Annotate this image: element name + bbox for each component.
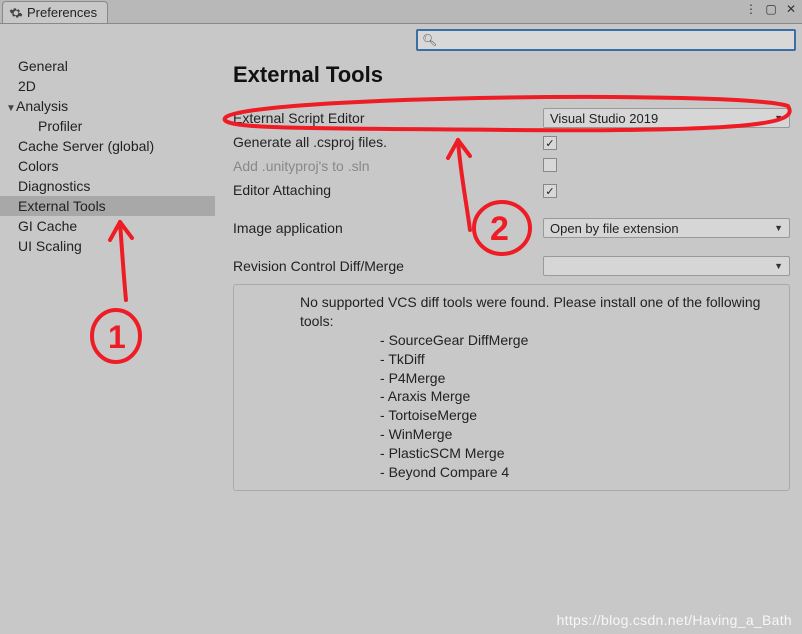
- generate-csproj-checkbox[interactable]: ✓: [543, 136, 557, 150]
- sidebar-item-ui-scaling[interactable]: UI Scaling: [0, 236, 215, 256]
- external-script-editor-dropdown[interactable]: Visual Studio 2019 ▼: [543, 108, 790, 128]
- sidebar-item-label: Cache Server (global): [18, 138, 154, 154]
- window-controls: ⋮ ▢ ✕: [744, 2, 798, 16]
- chevron-down-icon: ▼: [774, 261, 783, 271]
- row-add-unityproj: Add .unityproj's to .sln: [233, 154, 790, 178]
- main-panel: External Tools External Script Editor Vi…: [215, 52, 802, 634]
- sidebar-item-label: Diagnostics: [18, 178, 90, 194]
- list-item: Araxis Merge: [380, 387, 775, 406]
- tab-bar: Preferences ⋮ ▢ ✕: [0, 0, 802, 24]
- image-application-label: Image application: [233, 220, 543, 236]
- gear-icon: [9, 6, 23, 20]
- chevron-down-icon: ▼: [6, 99, 16, 119]
- sidebar-item-analysis[interactable]: ▼Analysis: [0, 96, 215, 116]
- add-unityproj-checkbox: [543, 158, 557, 172]
- vcs-tools-list: SourceGear DiffMerge TkDiff P4Merge Arax…: [248, 331, 775, 482]
- row-generate-csproj: Generate all .csproj files. ✓: [233, 130, 790, 154]
- list-item: PlasticSCM Merge: [380, 444, 775, 463]
- sidebar-item-label: Colors: [18, 158, 58, 174]
- list-item: SourceGear DiffMerge: [380, 331, 775, 350]
- dropdown-value: Open by file extension: [550, 221, 679, 236]
- sidebar-item-external-tools[interactable]: External Tools: [0, 196, 215, 216]
- tab-label: Preferences: [27, 5, 97, 20]
- sidebar-item-label: General: [18, 58, 68, 74]
- revision-control-dropdown[interactable]: ▼: [543, 256, 790, 276]
- vcs-info-box: No supported VCS diff tools were found. …: [233, 284, 790, 491]
- generate-csproj-label: Generate all .csproj files.: [233, 134, 543, 150]
- maximize-icon[interactable]: ▢: [764, 2, 778, 16]
- context-menu-icon[interactable]: ⋮: [744, 2, 758, 16]
- sidebar-item-gi-cache[interactable]: GI Cache: [0, 216, 215, 236]
- list-item: Beyond Compare 4: [380, 463, 775, 482]
- editor-attaching-checkbox[interactable]: ✓: [543, 184, 557, 198]
- page-title: External Tools: [233, 62, 790, 88]
- row-image-application: Image application Open by file extension…: [233, 216, 790, 240]
- sidebar-item-profiler[interactable]: Profiler: [0, 116, 215, 136]
- sidebar-item-general[interactable]: General: [0, 56, 215, 76]
- sidebar: General 2D ▼Analysis Profiler Cache Serv…: [0, 52, 215, 634]
- search-input[interactable]: [441, 33, 790, 47]
- vcs-info-message: No supported VCS diff tools were found. …: [248, 293, 775, 331]
- image-application-dropdown[interactable]: Open by file extension ▼: [543, 218, 790, 238]
- list-item: P4Merge: [380, 369, 775, 388]
- sidebar-item-diagnostics[interactable]: Diagnostics: [0, 176, 215, 196]
- search-row: 🔍︎: [0, 24, 802, 52]
- row-external-script-editor: External Script Editor Visual Studio 201…: [233, 106, 790, 130]
- sidebar-item-label: GI Cache: [18, 218, 77, 234]
- sidebar-item-label: 2D: [18, 78, 36, 94]
- tab-preferences[interactable]: Preferences: [2, 1, 108, 23]
- dropdown-value: Visual Studio 2019: [550, 111, 658, 126]
- sidebar-item-label: UI Scaling: [18, 238, 82, 254]
- chevron-down-icon: ▼: [774, 223, 783, 233]
- list-item: WinMerge: [380, 425, 775, 444]
- editor-attaching-label: Editor Attaching: [233, 182, 543, 198]
- sidebar-item-cache-server[interactable]: Cache Server (global): [0, 136, 215, 156]
- close-icon[interactable]: ✕: [784, 2, 798, 16]
- sidebar-item-label: Profiler: [38, 118, 82, 134]
- revision-control-label: Revision Control Diff/Merge: [233, 258, 543, 274]
- sidebar-item-label: Analysis: [16, 98, 68, 114]
- list-item: TkDiff: [380, 350, 775, 369]
- list-item: TortoiseMerge: [380, 406, 775, 425]
- sidebar-item-label: External Tools: [18, 198, 106, 214]
- search-icon: 🔍︎: [422, 33, 437, 47]
- add-unityproj-label: Add .unityproj's to .sln: [233, 158, 543, 174]
- sidebar-item-colors[interactable]: Colors: [0, 156, 215, 176]
- search-box[interactable]: 🔍︎: [416, 29, 796, 51]
- content: General 2D ▼Analysis Profiler Cache Serv…: [0, 52, 802, 634]
- external-script-editor-label: External Script Editor: [233, 110, 543, 126]
- preferences-window: Preferences ⋮ ▢ ✕ 🔍︎ General 2D ▼Analysi…: [0, 0, 802, 634]
- row-editor-attaching: Editor Attaching ✓: [233, 178, 790, 202]
- watermark: https://blog.csdn.net/Having_a_Bath: [557, 612, 792, 628]
- sidebar-item-2d[interactable]: 2D: [0, 76, 215, 96]
- row-revision-control: Revision Control Diff/Merge ▼: [233, 254, 790, 278]
- chevron-down-icon: ▼: [774, 113, 783, 123]
